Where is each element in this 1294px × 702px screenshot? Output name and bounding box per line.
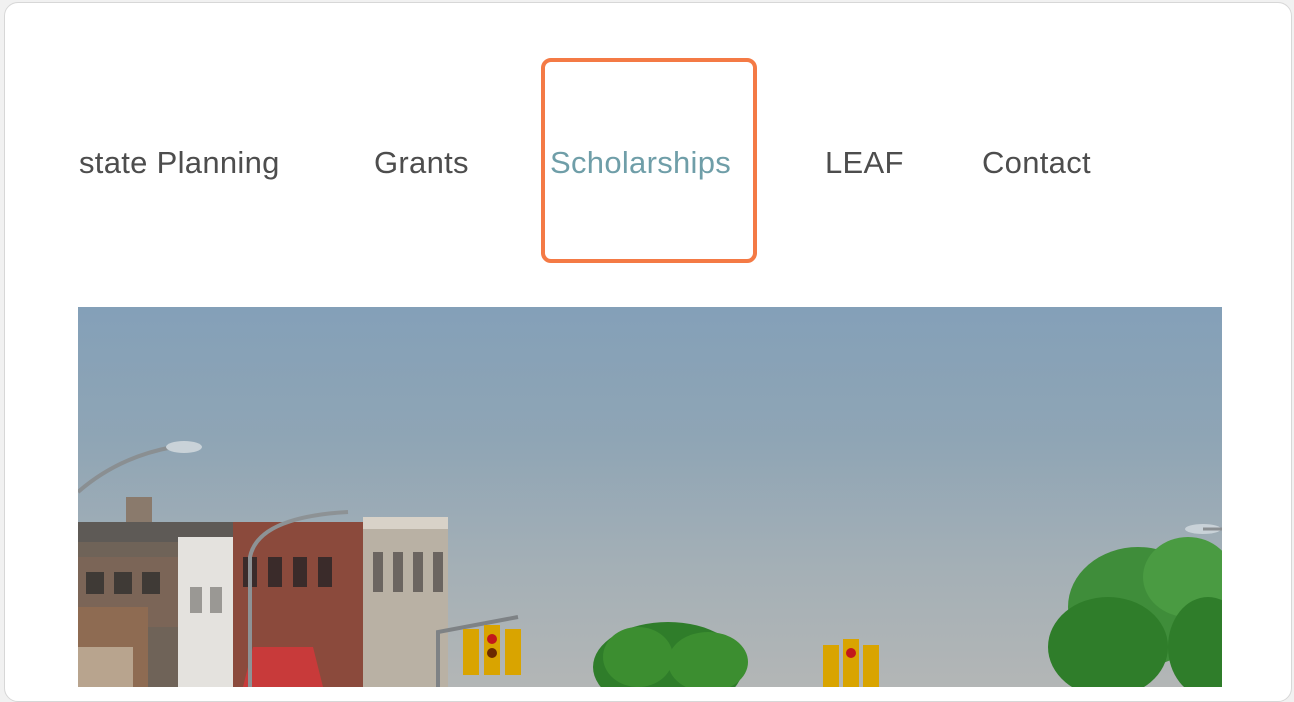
nav-item-leaf[interactable]: LEAF (825, 143, 904, 183)
hero-image (78, 307, 1222, 687)
nav-item-contact[interactable]: Contact (982, 143, 1091, 183)
nav-item-estate-planning[interactable]: state Planning (79, 143, 280, 183)
nav-item-scholarships[interactable]: Scholarships (550, 143, 731, 183)
downtown-street-photo (78, 441, 1222, 687)
nav-item-grants[interactable]: Grants (374, 143, 469, 183)
page-frame: state Planning Grants Scholarships LEAF … (4, 2, 1292, 702)
main-navigation: state Planning Grants Scholarships LEAF … (5, 3, 1291, 303)
